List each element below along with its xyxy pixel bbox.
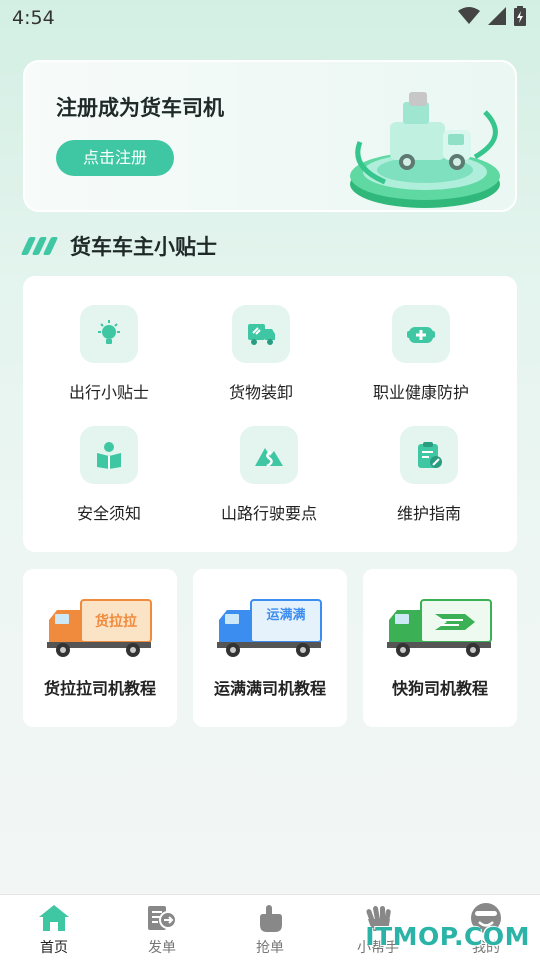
tutorial-card-huolala[interactable]: 货拉拉 货拉拉司机教程 <box>23 569 177 727</box>
home-icon <box>0 903 108 933</box>
signal-icon <box>488 7 506 25</box>
banner-title: 注册成为货车司机 <box>56 96 224 120</box>
truck-text: 货拉拉 <box>94 613 137 629</box>
tutorial-label: 货拉拉司机教程 <box>43 679 156 698</box>
orange-truck-illustration: 货拉拉 <box>47 599 152 657</box>
tips-card: 出行小贴士 货物装卸 职业健康防护 安全须知 山路行驶要点 维护指南 <box>23 276 517 552</box>
tip-label: 维护指南 <box>396 504 461 523</box>
tip-label: 安全须知 <box>76 504 141 523</box>
health-kit-icon <box>392 305 450 363</box>
reading-person-icon <box>80 426 138 484</box>
register-button[interactable]: 点击注册 <box>56 140 174 176</box>
tutorial-label: 快狗司机教程 <box>391 679 488 698</box>
section-title: 货车车主小贴士 <box>70 235 217 259</box>
blue-truck-illustration: 运满满 <box>217 599 322 657</box>
section-stripes-icon <box>20 237 59 255</box>
clipboard-wrench-icon <box>400 426 458 484</box>
tutorial-card-kuaigou[interactable]: 快狗司机教程 <box>363 569 517 727</box>
tab-grab-order[interactable]: 抢单 <box>216 903 324 957</box>
battery-icon <box>514 6 526 26</box>
tip-label: 出行小贴士 <box>68 383 149 402</box>
tip-mountain[interactable]: 山路行驶要点 <box>189 426 349 524</box>
tab-home[interactable]: 首页 <box>0 903 108 957</box>
status-time: 4:54 <box>12 7 55 29</box>
tab-label: 发单 <box>148 940 176 956</box>
tip-label: 职业健康防护 <box>372 383 469 402</box>
tip-travel[interactable]: 出行小贴士 <box>29 305 189 403</box>
green-truck-illustration <box>387 599 492 657</box>
tab-send-order[interactable]: 发单 <box>108 903 216 957</box>
status-icons <box>458 6 526 26</box>
lightbulb-icon <box>80 305 138 363</box>
watermark: ITMOP.COM <box>365 922 530 951</box>
truck-text: 运满满 <box>266 607 305 622</box>
tip-maintenance[interactable]: 维护指南 <box>349 426 509 524</box>
status-bar: 4:54 <box>0 0 540 36</box>
truck-loading-icon <box>232 305 290 363</box>
tip-label: 货物装卸 <box>228 383 293 402</box>
section-header: 货车车主小贴士 <box>20 228 217 264</box>
tip-label: 山路行驶要点 <box>220 504 317 523</box>
tab-label: 抢单 <box>256 940 284 956</box>
truck-platform-illustration <box>350 92 500 208</box>
tip-health[interactable]: 职业健康防护 <box>341 305 501 403</box>
tutorial-card-yunmanman[interactable]: 运满满 运满满司机教程 <box>193 569 347 727</box>
tip-safety[interactable]: 安全须知 <box>29 426 189 524</box>
tip-cargo[interactable]: 货物装卸 <box>181 305 341 403</box>
wifi-icon <box>458 7 480 24</box>
tutorial-label: 运满满司机教程 <box>213 679 326 698</box>
register-banner[interactable]: 注册成为货车司机 点击注册 <box>23 60 517 212</box>
grab-order-icon <box>216 903 324 933</box>
send-order-icon <box>108 903 216 933</box>
mountain-road-icon <box>240 426 298 484</box>
tab-label: 首页 <box>40 940 68 956</box>
